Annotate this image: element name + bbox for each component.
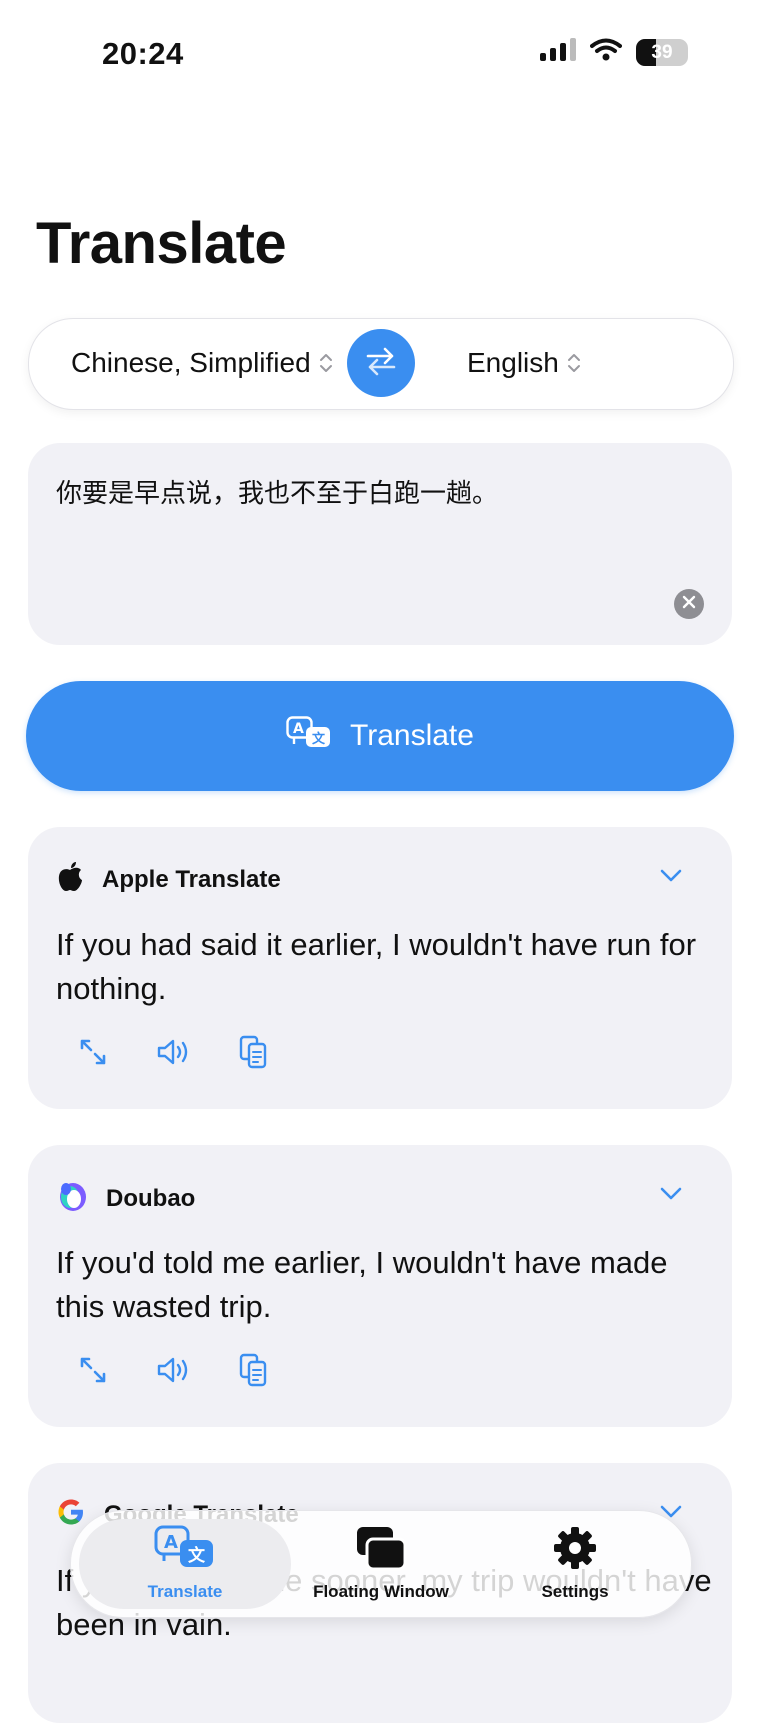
language-selector: Chinese, Simplified English: [28, 318, 734, 410]
swap-arrows-icon: [364, 346, 398, 381]
chevron-down-icon[interactable]: [660, 869, 682, 888]
source-language-label: Chinese, Simplified: [71, 347, 311, 378]
translation-text: If you had said it earlier, I wouldn't h…: [56, 927, 697, 1006]
expand-icon[interactable]: [76, 1353, 110, 1387]
tab-label: Settings: [541, 1582, 609, 1601]
expand-icon[interactable]: [76, 1035, 110, 1069]
signal-icon: [540, 38, 576, 67]
result-card-apple: Apple Translate If you had said it earli…: [28, 827, 732, 1109]
swap-languages-button[interactable]: [347, 329, 415, 397]
clear-text-button[interactable]: [674, 589, 704, 619]
chevron-down-icon[interactable]: [660, 1187, 682, 1206]
floating-window-icon: [355, 1525, 407, 1576]
svg-text:A: A: [164, 1532, 178, 1553]
status-icons: 39: [540, 38, 688, 67]
battery-level: 39: [651, 41, 673, 63]
close-icon: [682, 595, 696, 614]
translate-button[interactable]: A 文 Translate: [26, 681, 734, 791]
svg-text:文: 文: [312, 731, 326, 747]
translate-button-label: Translate: [350, 719, 474, 752]
google-logo-icon: [56, 1497, 86, 1532]
tab-floating-window[interactable]: Floating Window: [291, 1525, 471, 1602]
doubao-logo-icon: [56, 1179, 88, 1218]
tab-label: Translate: [147, 1582, 223, 1601]
source-text[interactable]: 你要是早点说，我也不至于白跑一趟。: [56, 473, 498, 510]
provider-name: Doubao: [106, 1184, 196, 1212]
page-title: Translate: [36, 211, 287, 276]
source-language-picker[interactable]: Chinese, Simplified: [71, 347, 333, 379]
copy-icon[interactable]: [236, 1353, 270, 1387]
target-language-picker[interactable]: English: [467, 347, 581, 379]
tab-bar: A 文 Translate Floating Window Settings: [70, 1510, 692, 1618]
result-card-doubao: Doubao If you'd told me earlier, I would…: [28, 1145, 732, 1427]
target-language-label: English: [467, 347, 559, 378]
battery-indicator: 39: [636, 39, 688, 66]
translate-icon: A 文: [286, 715, 332, 757]
wifi-icon: [590, 38, 622, 67]
apple-logo-icon: [56, 861, 84, 898]
gear-icon: [552, 1525, 598, 1576]
chevron-up-down-icon: [319, 352, 333, 374]
svg-text:A: A: [293, 721, 304, 737]
translate-icon: A 文: [154, 1525, 216, 1576]
provider-name: Apple Translate: [102, 865, 281, 893]
speaker-icon[interactable]: [156, 1035, 190, 1069]
tab-label: Floating Window: [313, 1582, 449, 1601]
speaker-icon[interactable]: [156, 1353, 190, 1387]
source-text-input[interactable]: 你要是早点说，我也不至于白跑一趟。: [28, 443, 732, 645]
chevron-up-down-icon: [567, 352, 581, 374]
svg-text:文: 文: [188, 1545, 206, 1566]
status-time: 20:24: [102, 36, 184, 71]
copy-icon[interactable]: [236, 1035, 270, 1069]
translation-text: If you'd told me earlier, I wouldn't hav…: [56, 1245, 668, 1324]
tab-settings[interactable]: Settings: [485, 1525, 665, 1602]
tab-translate[interactable]: A 文 Translate: [95, 1525, 275, 1602]
